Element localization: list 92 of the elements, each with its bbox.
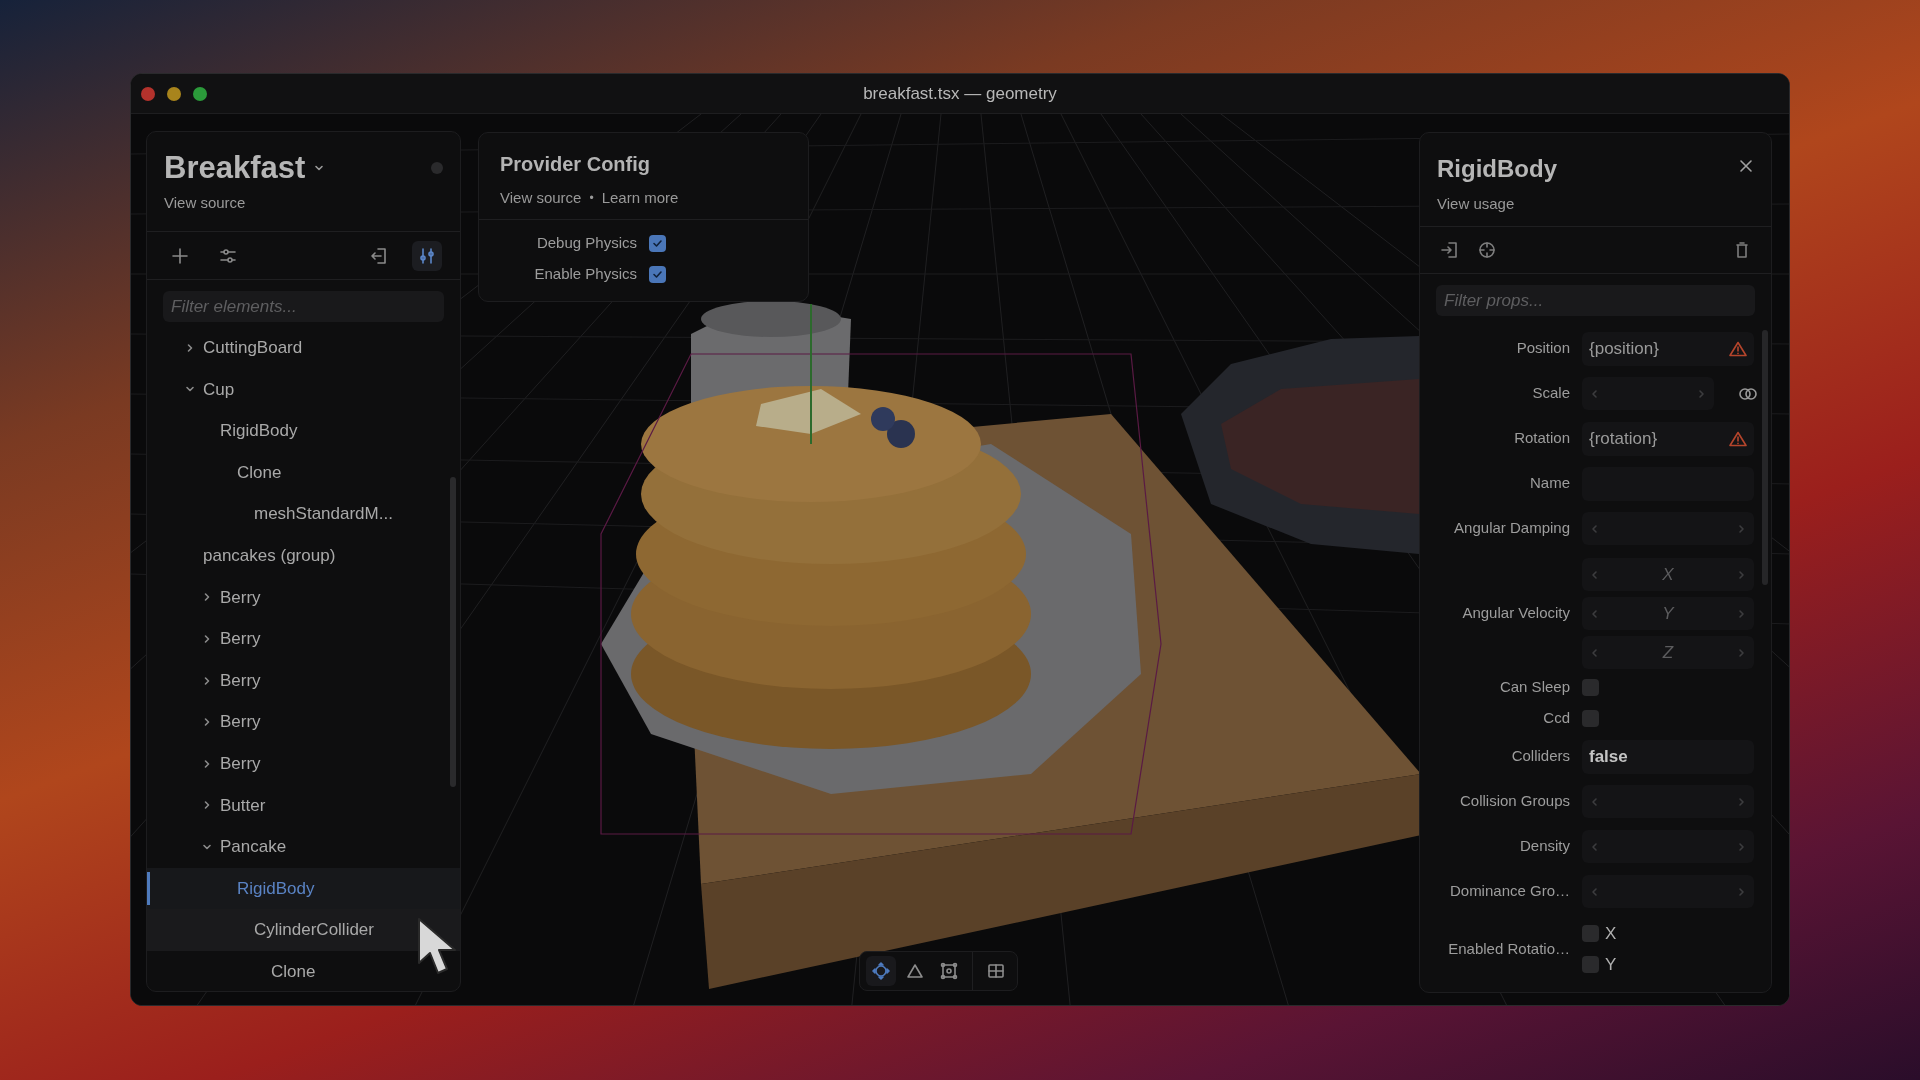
tree-item[interactable]: Clone bbox=[147, 950, 460, 991]
chevron-right-icon[interactable] bbox=[202, 633, 212, 644]
window-title: breakfast.tsx — geometry bbox=[863, 82, 1057, 105]
chevron-left-icon[interactable] bbox=[1590, 796, 1600, 807]
filter-icon bbox=[219, 246, 237, 265]
checkbox[interactable] bbox=[649, 235, 666, 252]
crosshair-icon bbox=[1478, 241, 1496, 259]
exit-icon bbox=[370, 246, 388, 265]
prop-label: Dominance Gro… bbox=[1448, 881, 1570, 902]
check-icon bbox=[652, 269, 663, 280]
checkbox[interactable] bbox=[1582, 710, 1599, 727]
tree-item[interactable]: Pancake bbox=[147, 826, 460, 868]
chevron-right-icon[interactable] bbox=[202, 758, 212, 769]
chevron-left-icon[interactable] bbox=[1590, 523, 1600, 534]
frame-icon bbox=[939, 961, 959, 981]
chevron-left-icon[interactable] bbox=[1590, 886, 1600, 897]
prop-label: Colliders bbox=[1510, 746, 1570, 767]
triangle-icon bbox=[905, 961, 925, 981]
minimize-window-button[interactable] bbox=[167, 87, 181, 101]
separator-dot: • bbox=[589, 190, 594, 208]
chevron-left-icon[interactable] bbox=[1590, 841, 1600, 852]
view-source-link[interactable]: View source bbox=[500, 187, 582, 210]
chevron-left-icon[interactable] bbox=[1590, 388, 1600, 399]
prop-label: Density bbox=[1518, 836, 1570, 857]
warning-icon bbox=[1729, 340, 1747, 357]
text-field[interactable]: {position} bbox=[1582, 331, 1754, 366]
prop-label: Can Sleep bbox=[1498, 677, 1570, 698]
axis-label: X bbox=[1605, 922, 1617, 945]
close-window-button[interactable] bbox=[141, 87, 155, 101]
prop-label: Ccd bbox=[1542, 708, 1570, 729]
checkbox[interactable] bbox=[649, 266, 666, 283]
axis-label: Y bbox=[1605, 953, 1617, 976]
chevron-right-icon[interactable] bbox=[202, 717, 212, 728]
scrollbar-thumb[interactable] bbox=[1762, 330, 1768, 585]
close-icon bbox=[1739, 159, 1753, 173]
tree-item[interactable]: CuttingBoard bbox=[147, 327, 460, 369]
panel-title: Provider Config bbox=[500, 152, 651, 177]
tree-item[interactable]: RigidBody bbox=[147, 867, 460, 910]
chevron-left-icon[interactable] bbox=[1590, 569, 1600, 580]
move-icon bbox=[871, 961, 891, 981]
chevron-left-icon[interactable] bbox=[1590, 647, 1600, 658]
prop-label: Enabled Rotatio… bbox=[1447, 938, 1570, 959]
move-tool-button[interactable] bbox=[866, 956, 896, 986]
prop-label: Angular Damping bbox=[1453, 518, 1570, 539]
prop-label: Position bbox=[1515, 338, 1570, 359]
inspector-title: RigidBody bbox=[1437, 154, 1557, 184]
enter-icon bbox=[1440, 241, 1458, 259]
chevron-right-icon[interactable] bbox=[185, 342, 195, 353]
chevron-right-icon[interactable] bbox=[202, 800, 212, 811]
scrollbar-thumb[interactable] bbox=[450, 477, 456, 787]
scene-title: Breakfast bbox=[164, 149, 306, 187]
tree-item[interactable]: meshStandardM... bbox=[147, 493, 460, 535]
tree-item[interactable]: Berry bbox=[147, 659, 460, 702]
tree-item[interactable]: Berry bbox=[147, 742, 460, 785]
trash-icon bbox=[1733, 241, 1751, 259]
prop-label: Angular Velocity bbox=[1461, 603, 1570, 624]
filter-field[interactable]: Filter elements... bbox=[163, 291, 444, 322]
warning-icon bbox=[1729, 430, 1747, 447]
prop-label: Name bbox=[1529, 473, 1570, 494]
maximize-window-button[interactable] bbox=[193, 87, 207, 101]
sliders-button[interactable] bbox=[412, 240, 442, 271]
checkbox[interactable] bbox=[1582, 956, 1599, 973]
checkbox[interactable] bbox=[1582, 925, 1599, 942]
prop-label: Collision Groups bbox=[1458, 791, 1570, 812]
chevron-right-icon[interactable] bbox=[202, 675, 212, 686]
view-usage-link[interactable]: View usage bbox=[1437, 193, 1515, 216]
tree-item[interactable]: CylinderCollider bbox=[147, 909, 460, 951]
chevron-right-icon[interactable] bbox=[202, 592, 212, 603]
chevron-left-icon[interactable] bbox=[1590, 608, 1600, 619]
grid-icon bbox=[986, 961, 1006, 981]
filter-field[interactable]: Filter props... bbox=[1436, 285, 1755, 316]
tree-item[interactable]: Clone bbox=[147, 451, 460, 494]
learn-more-link[interactable]: Learn more bbox=[601, 187, 679, 210]
tree-item[interactable]: RigidBody bbox=[147, 410, 460, 452]
tree-item[interactable]: Berry bbox=[147, 576, 460, 619]
check-icon bbox=[652, 238, 663, 249]
tree-item[interactable]: Cup bbox=[147, 368, 460, 411]
tree-item[interactable]: Berry bbox=[147, 618, 460, 660]
view-source-link[interactable]: View source bbox=[164, 192, 246, 215]
option-label: Debug Physics bbox=[535, 233, 637, 254]
tree-item[interactable]: Berry bbox=[147, 701, 460, 743]
toggle-icon bbox=[1738, 386, 1758, 401]
option-label: Enable Physics bbox=[533, 264, 637, 285]
sliders-icon bbox=[418, 246, 436, 265]
text-field[interactable]: {rotation} bbox=[1582, 421, 1754, 456]
text-field[interactable]: false bbox=[1582, 739, 1754, 774]
tree-item[interactable]: Butter bbox=[147, 784, 460, 827]
checkbox[interactable] bbox=[1582, 679, 1599, 696]
tree-item[interactable]: pancakes (group) bbox=[147, 534, 460, 577]
prop-label: Scale bbox=[1531, 383, 1570, 404]
plus-icon bbox=[171, 246, 189, 265]
prop-label: Rotation bbox=[1513, 428, 1570, 449]
